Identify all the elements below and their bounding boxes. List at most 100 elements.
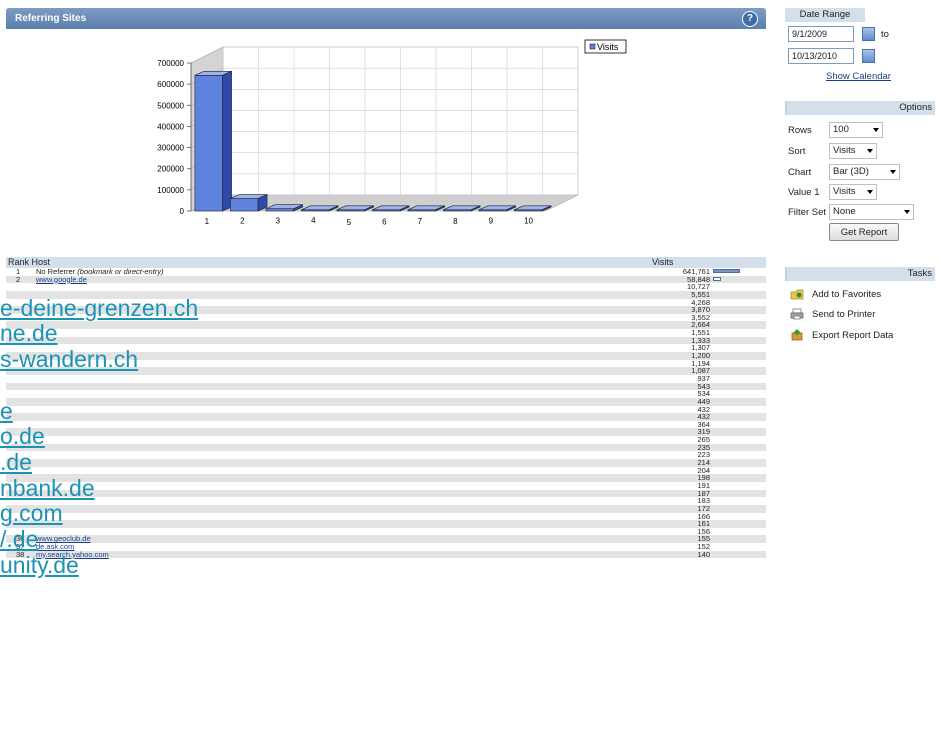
table-row: 161 [6,520,766,528]
table-row: 432 [6,413,766,421]
table-row: 198 [6,474,766,482]
legend-label: Visits [597,42,619,52]
table-row: 37 de.ask.com 152 [6,543,766,551]
y-tick-label: 200000 [157,165,184,174]
sort-label: Sort [788,146,806,157]
legend-swatch [589,43,596,50]
bar-2 [230,194,268,212]
options-header: Options [785,101,935,115]
overlay-link[interactable]: /.de [0,526,38,553]
table-row: 432 [6,405,766,414]
table-row: 265 [6,436,766,444]
date-to-label: to [881,29,889,40]
export-icon [791,329,803,341]
chevron-down-icon [890,170,896,174]
x-tick-label: 4 [311,216,316,225]
rows-select[interactable]: 100 [829,122,883,138]
table-row: 937 [6,375,766,383]
chevron-down-icon [904,210,910,214]
chevron-down-icon [867,149,873,153]
panel-header: Referring Sites ? [6,8,766,29]
chart-legend: Visits [584,39,627,54]
x-tick-label: 9 [489,217,494,226]
table-row: 1,333 [6,337,766,345]
table-row: 235 [6,444,766,452]
date-from-input[interactable]: 9/1/2009 [788,26,854,42]
table-row: 156 [6,528,766,536]
sort-select[interactable]: Visits [829,143,877,159]
add-to-favorites-label: Add to Favorites [812,289,882,300]
visits-cell: 140 [697,549,710,559]
value1-select[interactable]: Visits [829,184,877,200]
chart-grid [190,46,579,212]
rows-label: Rows [788,125,812,136]
rank-cell: 2 [16,274,21,284]
table-row: 364 [6,421,766,429]
bar-front [265,208,294,212]
overlay-link[interactable]: o.de [0,423,45,450]
table-row: 543 [6,382,766,391]
overlay-link[interactable]: g.com [0,500,63,527]
table-row: 10,727 [6,283,766,291]
overlay-link[interactable]: ne.de [0,320,58,347]
overlay-link[interactable]: nbank.de [0,475,95,502]
table-row: 1,551 [6,329,766,337]
export-report-data-label: Export Report Data [812,330,894,341]
show-calendar-link[interactable]: Show Calendar [826,71,891,82]
overlay-link[interactable]: .de [0,449,32,476]
printer-icon [790,308,804,320]
table-row: 204 [6,466,766,475]
x-tick-label: 8 [453,217,458,226]
table-row: 172 [6,505,766,513]
table-row: 319 [6,428,766,437]
chevron-down-icon [867,190,873,194]
calendar-to-icon[interactable] [862,49,875,63]
overlay-link[interactable]: e [0,398,13,425]
y-tick-label: 500000 [157,101,184,110]
panel-title: Referring Sites [15,13,87,24]
y-tick-label: 0 [180,207,185,216]
referring-sites-panel: Referring Sites ? 700000 600000 500000 4000… [6,8,766,745]
table-row: 534 [6,390,766,398]
date-to-input[interactable]: 10/13/2010 [788,48,854,64]
bar-side [222,70,232,212]
table-row: 1 No Referrer (bookmark or direct-entry) 6… [6,268,766,276]
table-row: 36 www.geoclub.de 155 [6,535,766,544]
table-row: 187 [6,489,766,498]
bar-front [230,198,259,212]
chart-select[interactable]: Bar (3D) [829,164,900,180]
visits-bar-chart: 700000 600000 500000 400000 300000 200000 1000… [157,39,627,227]
visits-bar [713,269,740,273]
table-row: 166 [6,512,766,521]
table-row: 183 [6,497,766,505]
x-tick-label: 10 [524,216,533,225]
chevron-down-icon [873,128,879,132]
value1-label: Value 1 [788,187,820,198]
overlay-link[interactable]: s-wandern.ch [0,346,138,373]
bar-front [194,75,223,212]
calendar-from-icon[interactable] [862,27,875,41]
y-axis: 700000 600000 500000 400000 300000 200000 1000… [157,59,192,216]
x-tick-label: 3 [276,216,281,225]
x-tick-label: 1 [205,217,210,226]
filter-set-select[interactable]: None [829,204,914,220]
y-tick-label: 400000 [157,122,184,131]
overlay-link[interactable]: unity.de [0,552,79,579]
y-tick-label: 700000 [157,59,184,68]
table-row: 214 [6,459,766,467]
table-row: 191 [6,482,766,490]
header-visits[interactable]: Visits [652,257,673,268]
table-row: 38 my.search.yahoo.com 140 [6,549,766,559]
filter-set-label: Filter Set [788,207,827,218]
host-cell: www.google.de [36,275,87,284]
table-row: 449 [6,398,766,406]
bar-1 [194,70,232,212]
table-row: 2 www.google.de 58,848 [6,274,766,284]
help-icon[interactable]: ? [742,11,758,27]
get-report-button[interactable]: Get Report [829,223,899,241]
send-to-printer-label: Send to Printer [812,309,876,320]
host-link[interactable]: www.google.de [36,275,87,284]
overlay-link[interactable]: e-deine-grenzen.ch [0,295,198,322]
star-folder-icon [790,289,804,300]
visits-bar [713,276,721,281]
